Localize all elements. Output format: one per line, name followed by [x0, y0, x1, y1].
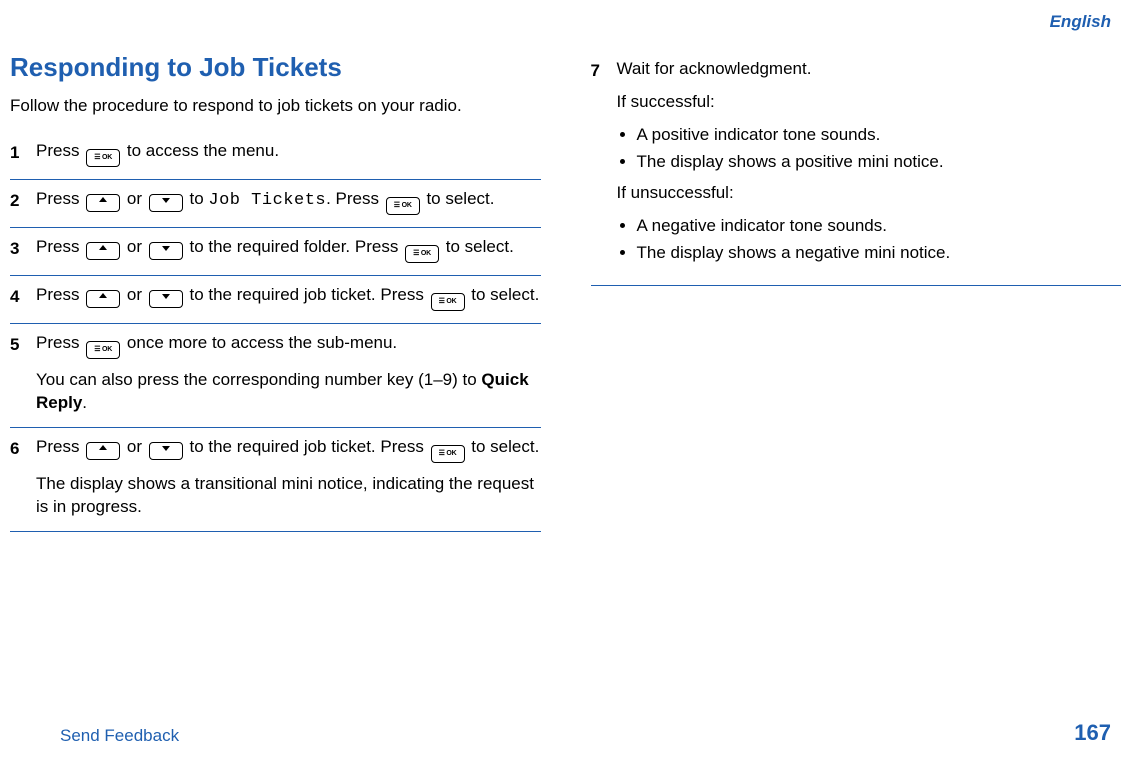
list-item: The display shows a negative mini notice…	[637, 242, 1122, 265]
list-item: The display shows a positive mini notice…	[637, 151, 1122, 174]
success-label: If successful:	[617, 91, 1122, 114]
up-arrow-icon	[86, 290, 120, 308]
step-extra: The display shows a transitional mini no…	[36, 473, 541, 519]
down-arrow-icon	[149, 194, 183, 212]
menu-item-label: Job Tickets	[208, 191, 326, 210]
footer: Send Feedback 167	[60, 720, 1111, 746]
send-feedback-link[interactable]: Send Feedback	[60, 726, 179, 746]
step-number: 6	[10, 436, 36, 461]
up-arrow-icon	[86, 242, 120, 260]
list-item: A negative indicator tone sounds.	[637, 215, 1122, 238]
step-extra: You can also press the corresponding num…	[36, 369, 541, 415]
step-number: 4	[10, 284, 36, 309]
step-5: 5 Press once more to access the sub-menu…	[10, 324, 541, 428]
page-number: 167	[1074, 720, 1111, 746]
step-number: 3	[10, 236, 36, 261]
success-list: A positive indicator tone sounds. The di…	[617, 124, 1122, 174]
step-text: Press or to the required folder. Press t…	[36, 236, 541, 263]
step-3: 3 Press or to the required folder. Press…	[10, 228, 541, 276]
step-1: 1 Press to access the menu.	[10, 132, 541, 180]
page-title: Responding to Job Tickets	[10, 50, 541, 85]
down-arrow-icon	[149, 442, 183, 460]
fail-list: A negative indicator tone sounds. The di…	[617, 215, 1122, 265]
up-arrow-icon	[86, 194, 120, 212]
step-7: 7 Wait for acknowledgment. If successful…	[591, 50, 1122, 286]
step-4: 4 Press or to the required job ticket. P…	[10, 276, 541, 324]
ok-button-icon	[386, 197, 420, 215]
step-number: 5	[10, 332, 36, 357]
ok-button-icon	[431, 445, 465, 463]
step-text: Press or to the required job ticket. Pre…	[36, 436, 541, 463]
step-number: 2	[10, 188, 36, 213]
ok-button-icon	[431, 293, 465, 311]
language-label: English	[1050, 12, 1111, 32]
intro-text: Follow the procedure to respond to job t…	[10, 95, 541, 118]
down-arrow-icon	[149, 242, 183, 260]
down-arrow-icon	[149, 290, 183, 308]
step-text: Press to access the menu.	[36, 140, 541, 167]
step-text: Press or to Job Tickets. Press to select…	[36, 188, 541, 215]
up-arrow-icon	[86, 442, 120, 460]
step-6: 6 Press or to the required job ticket. P…	[10, 428, 541, 532]
fail-label: If unsuccessful:	[617, 182, 1122, 205]
ok-button-icon	[86, 341, 120, 359]
content-columns: Responding to Job Tickets Follow the pro…	[0, 0, 1131, 660]
step-2: 2 Press or to Job Tickets. Press to sele…	[10, 180, 541, 228]
list-item: A positive indicator tone sounds.	[637, 124, 1122, 147]
step-number: 7	[591, 58, 617, 83]
ok-button-icon	[405, 245, 439, 263]
step-number: 1	[10, 140, 36, 165]
step-text: Press or to the required job ticket. Pre…	[36, 284, 541, 311]
step-wait: Wait for acknowledgment.	[617, 58, 1122, 81]
step-text: Press once more to access the sub-menu.	[36, 332, 541, 359]
ok-button-icon	[86, 149, 120, 167]
